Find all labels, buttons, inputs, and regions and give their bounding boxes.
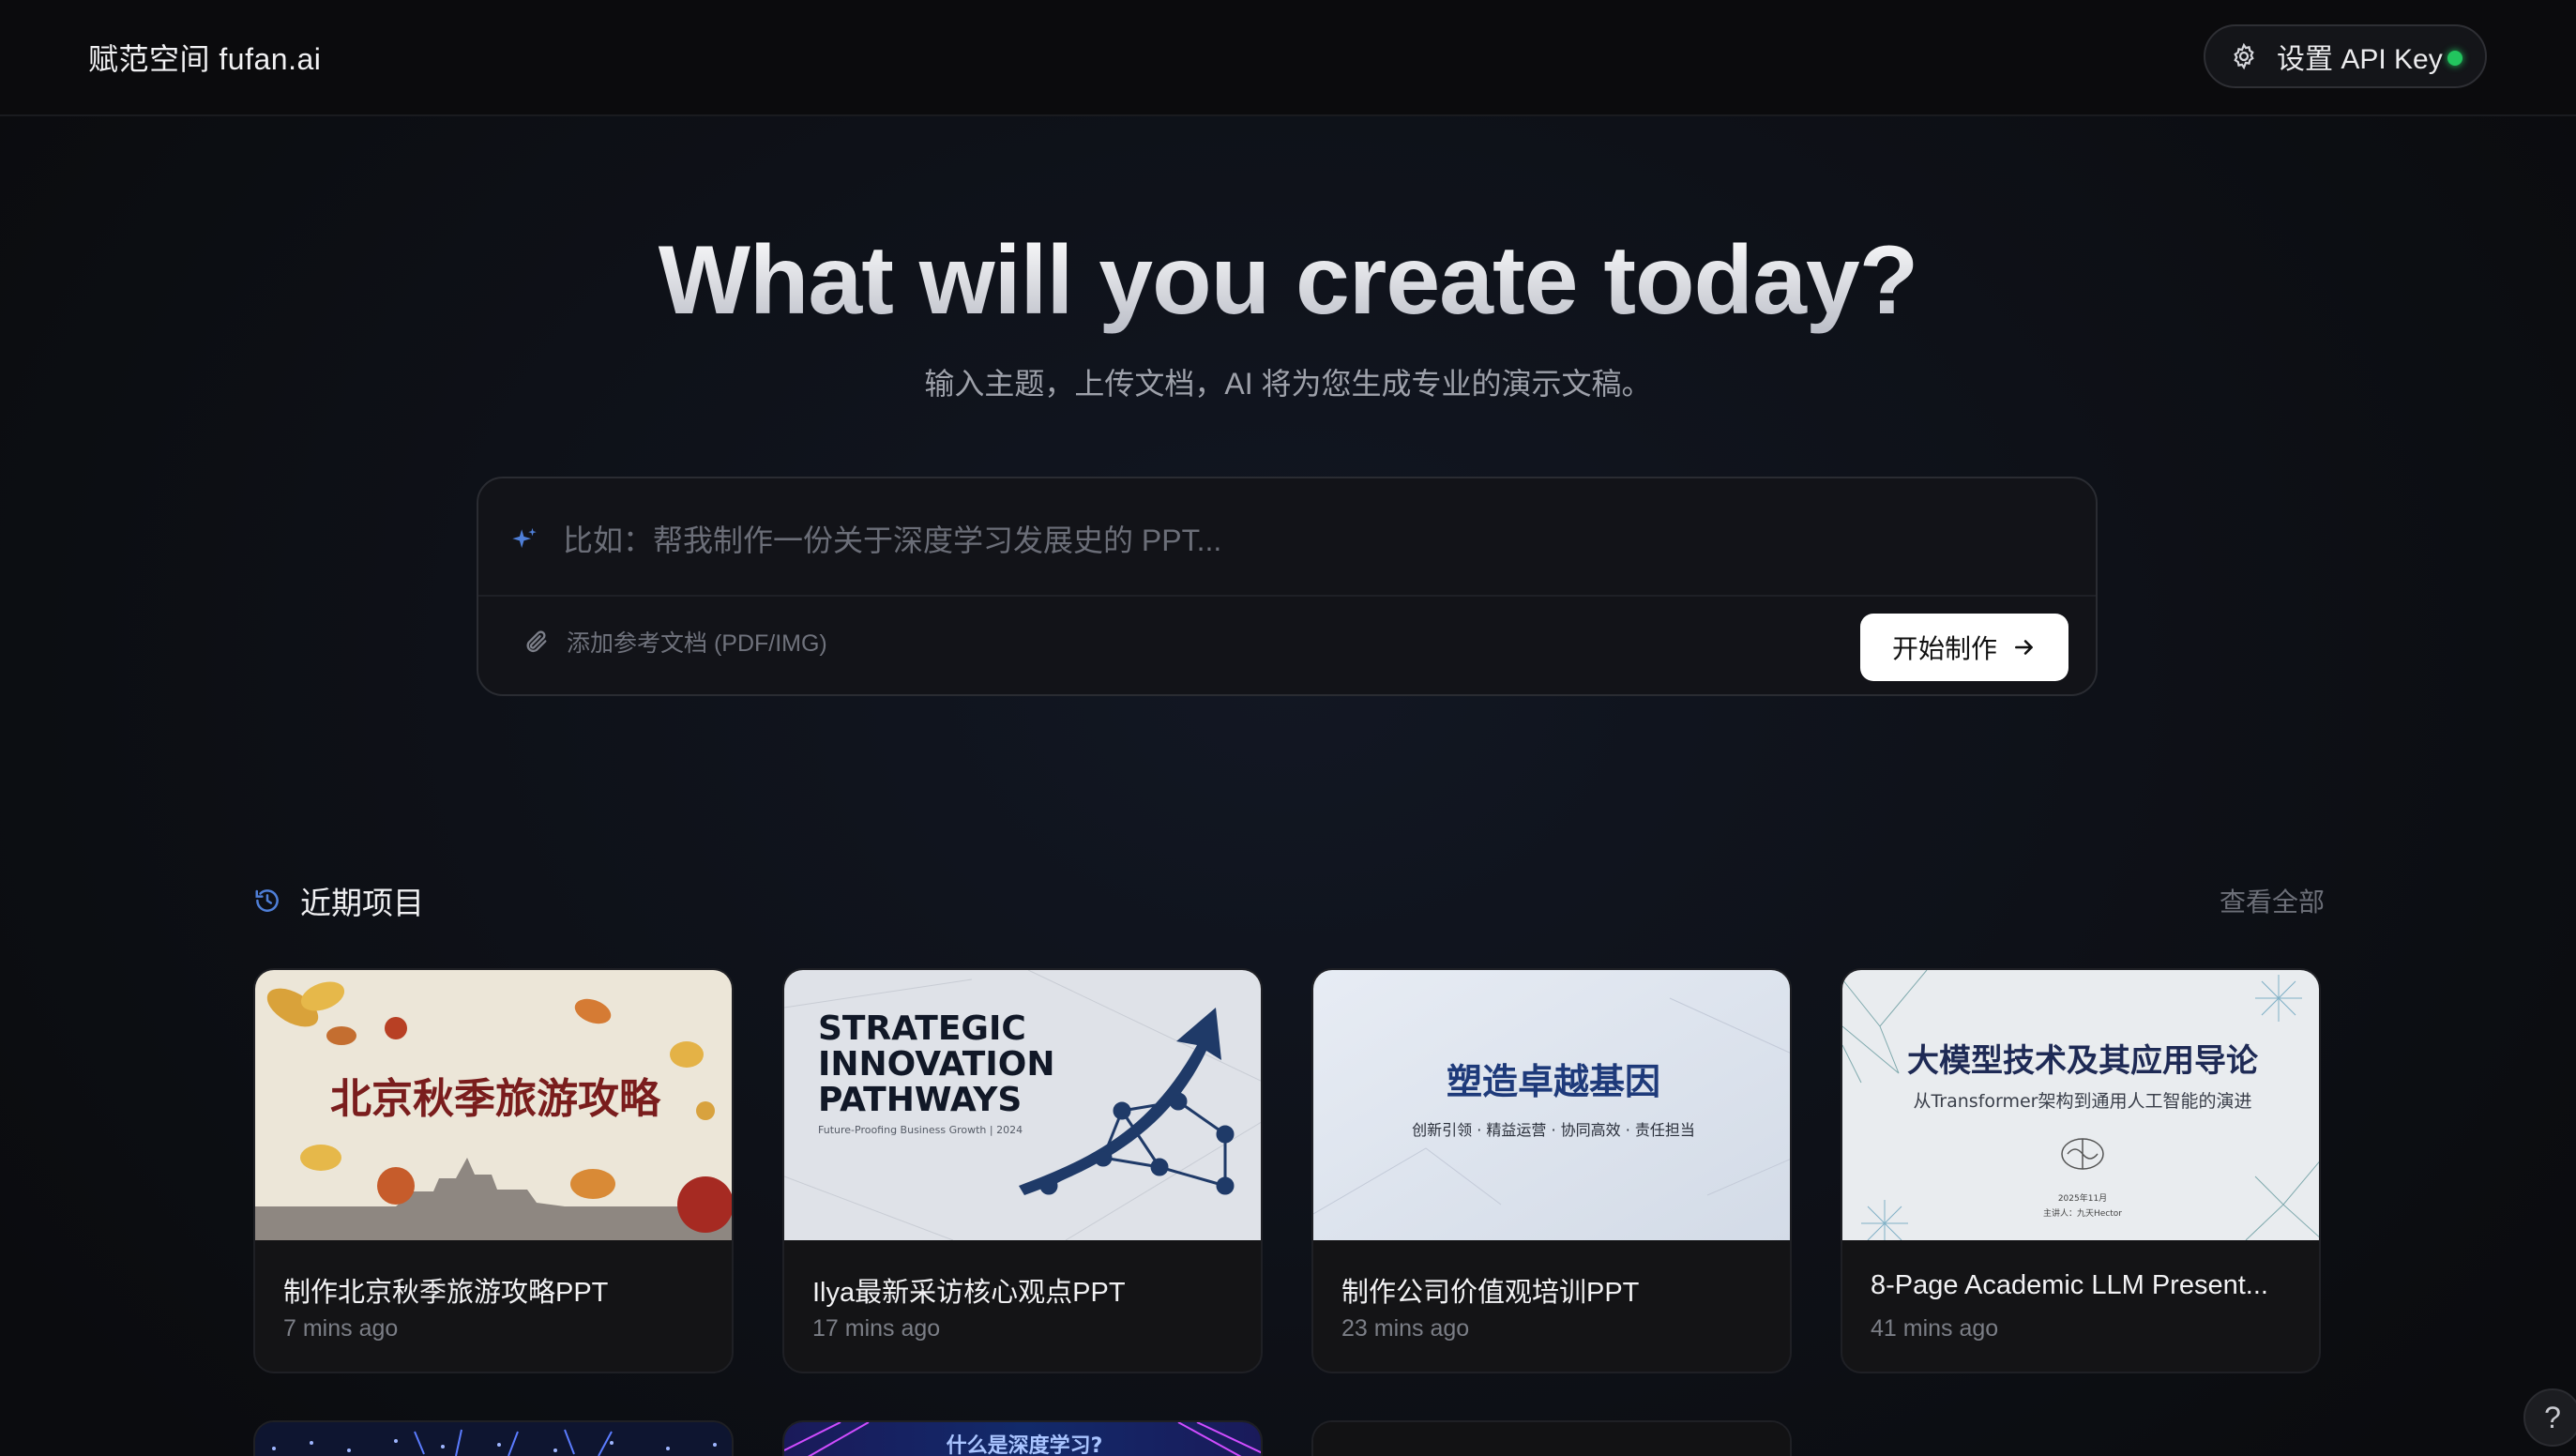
gear-icon [2234, 42, 2254, 70]
project-time: 23 mins ago [1341, 1315, 1470, 1342]
project-time: 7 mins ago [283, 1315, 399, 1342]
arrow-right-icon [2015, 640, 2033, 655]
project-thumbnail: STRATEGIC INNOVATION PATHWAYS Future-Pro… [784, 970, 1261, 1240]
prompt-input[interactable] [563, 514, 2045, 567]
project-name: 制作北京秋季旅游攻略PPT [283, 1278, 609, 1308]
history-icon [255, 889, 279, 912]
project-name: Ilya最新采访核心观点PPT [812, 1278, 1126, 1308]
project-thumbnail: 北京秋季旅游攻略 [255, 970, 732, 1240]
thumbnail-date: 2025年11月 [2058, 1192, 2107, 1204]
api-key-label: 设置 API Key [2277, 44, 2443, 75]
recent-projects-title: 近期项目 [300, 886, 424, 920]
thumbnail-subtitle: 创新引领 · 精益运营 · 协同高效 · 责任担当 [1412, 1121, 1695, 1139]
project-time: 17 mins ago [812, 1315, 941, 1342]
thumbnail-line-1: STRATEGIC [818, 1009, 1026, 1048]
thumbnail-title: 北京秋季旅游攻略 [330, 1075, 661, 1123]
thumbnail-title: 什么是深度学习? [947, 1433, 1103, 1456]
project-card[interactable]: 什么是深度学习? [782, 1420, 1263, 1456]
start-create-button[interactable]: 开始制作 [1860, 614, 2068, 681]
project-card[interactable] [253, 1420, 734, 1456]
thumbnail-line-2: INNOVATION [818, 1045, 1054, 1084]
project-thumbnail: 塑造卓越基因 创新引领 · 精益运营 · 协同高效 · 责任担当 [1313, 970, 1790, 1240]
start-create-label: 开始制作 [1891, 634, 1997, 663]
thumbnail-subtitle: Future-Proofing Business Growth | 2024 [818, 1124, 1023, 1136]
project-card[interactable]: STRATEGIC INNOVATION PATHWAYS Future-Pro… [782, 968, 1263, 1373]
brand-logo[interactable]: 赋范空间 fufan.ai [88, 36, 321, 79]
thumbnail-title: 塑造卓越基因 [1447, 1061, 1660, 1102]
project-thumbnail [255, 1422, 732, 1456]
prompt-panel: 添加参考文档 (PDF/IMG) 开始制作 [477, 477, 2098, 696]
paperclip-icon [526, 630, 547, 653]
api-status-indicator [2447, 51, 2462, 66]
set-api-key-button[interactable]: 设置 API Key [2204, 24, 2487, 88]
help-button[interactable]: ? [2523, 1388, 2576, 1447]
project-card[interactable]: 塑造卓越基因 创新引领 · 精益运营 · 协同高效 · 责任担当 制作公司价值观… [1311, 968, 1792, 1373]
thumbnail-line-3: PATHWAYS [818, 1081, 1022, 1119]
thumbnail-author: 主讲人：九天Hector [2043, 1207, 2122, 1219]
project-card[interactable] [1311, 1420, 1792, 1456]
thumbnail-subtitle: 从Transformer架构到通用人工智能的演进 [1913, 1091, 2251, 1112]
page-title: What will you create today? [0, 225, 2576, 337]
thumbnail-title: 大模型技术及其应用导论 [1907, 1042, 2259, 1080]
project-card[interactable]: 大模型技术及其应用导论 从Transformer架构到通用人工智能的演进 202… [1841, 968, 2321, 1373]
project-card[interactable]: 北京秋季旅游攻略 制作北京秋季旅游攻略PPT 7 mins ago [253, 968, 734, 1373]
project-thumbnail: 大模型技术及其应用导论 从Transformer架构到通用人工智能的演进 202… [1842, 970, 2319, 1240]
view-all-link[interactable]: 查看全部 [2220, 882, 2325, 919]
project-name: 制作公司价值观培训PPT [1341, 1278, 1640, 1308]
attach-label: 添加参考文档 (PDF/IMG) [567, 630, 827, 657]
page-subtitle: 输入主题，上传文档，AI 将为您生成专业的演示文稿。 [924, 367, 1652, 401]
sparkle-icon [512, 527, 537, 549]
top-bar: 赋范空间 fufan.ai 设置 API Key [0, 0, 2576, 116]
project-thumbnail: 什么是深度学习? [784, 1422, 1261, 1456]
project-name: 8-Page Academic LLM Present... [1871, 1270, 2268, 1300]
recent-projects-header: 近期项目 [253, 878, 424, 923]
prompt-row [478, 478, 2096, 597]
project-time: 41 mins ago [1871, 1315, 1999, 1342]
attach-document-button[interactable]: 添加参考文档 (PDF/IMG) [523, 625, 827, 659]
